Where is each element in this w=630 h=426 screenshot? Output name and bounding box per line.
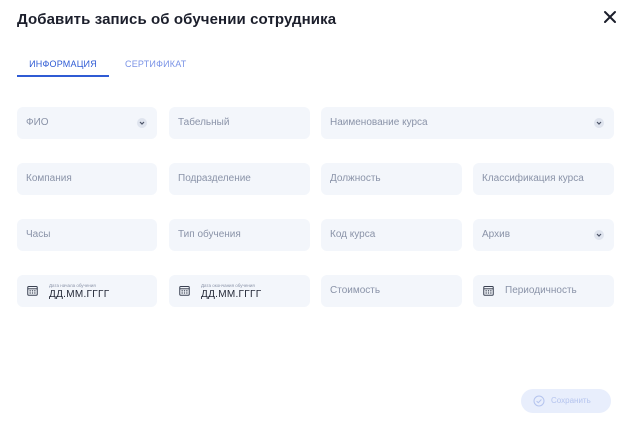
archive-select[interactable]: Архив: [473, 219, 614, 251]
dialog-title: Добавить запись об обучении сотрудника: [17, 11, 337, 28]
chevron-down-icon: [594, 230, 604, 240]
course-code-label: Код курса: [330, 229, 376, 240]
cost-field[interactable]: Стоимость: [321, 275, 462, 307]
end-date-label: Дата окончания обучения: [201, 283, 255, 288]
company-field[interactable]: Компания: [17, 163, 157, 195]
course-name-select[interactable]: Наименование курса: [321, 107, 614, 139]
close-icon[interactable]: [602, 9, 618, 25]
save-button[interactable]: Сохранить: [521, 389, 611, 413]
tabel-field[interactable]: Табельный: [169, 107, 310, 139]
company-label: Компания: [26, 173, 72, 184]
fio-label: ФИО: [26, 117, 49, 128]
archive-label: Архив: [482, 229, 511, 240]
course-class-field[interactable]: Классификация курса: [473, 163, 614, 195]
cost-label: Стоимость: [330, 285, 381, 296]
calendar-icon: [27, 285, 38, 296]
start-date-value: ДД.ММ.ГГГГ: [49, 289, 110, 300]
department-label: Подразделение: [178, 173, 251, 184]
tab-bar: ИНФОРМАЦИЯ СЕРТИФИКАТ: [17, 55, 617, 77]
course-name-label: Наименование курса: [330, 117, 428, 128]
tabel-label: Табельный: [178, 117, 230, 128]
position-field[interactable]: Должность: [321, 163, 462, 195]
course-code-field[interactable]: Код курса: [321, 219, 462, 251]
periodicity-field[interactable]: Периодичность: [473, 275, 614, 307]
hours-label: Часы: [26, 229, 51, 240]
periodicity-label: Периодичность: [505, 285, 577, 296]
tab-certificate[interactable]: СЕРТИФИКАТ: [125, 55, 186, 77]
start-date-label: Дата начала обучения: [49, 283, 96, 288]
position-label: Должность: [330, 173, 381, 184]
chevron-down-icon: [137, 118, 147, 128]
end-date-value: ДД.ММ.ГГГГ: [201, 289, 262, 300]
fio-select[interactable]: ФИО: [17, 107, 157, 139]
tab-information[interactable]: ИНФОРМАЦИЯ: [17, 55, 109, 77]
save-button-label: Сохранить: [551, 396, 591, 405]
training-type-field[interactable]: Тип обучения: [169, 219, 310, 251]
hours-field[interactable]: Часы: [17, 219, 157, 251]
save-check-icon: [533, 395, 545, 407]
course-class-label: Классификация курса: [482, 173, 584, 184]
calendar-icon: [483, 285, 494, 296]
department-field[interactable]: Подразделение: [169, 163, 310, 195]
end-date-field[interactable]: Дата окончания обучения ДД.ММ.ГГГГ: [169, 275, 310, 307]
training-type-label: Тип обучения: [178, 229, 241, 240]
chevron-down-icon: [594, 118, 604, 128]
start-date-field[interactable]: Дата начала обучения ДД.ММ.ГГГГ: [17, 275, 157, 307]
calendar-icon: [179, 285, 190, 296]
